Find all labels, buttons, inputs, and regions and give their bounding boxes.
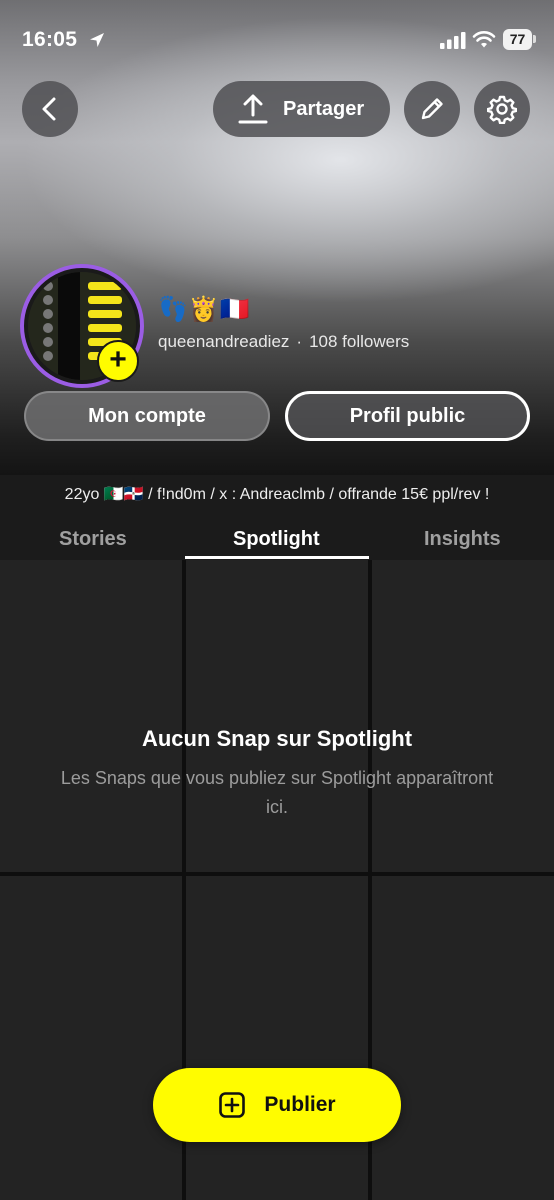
tab-spotlight[interactable]: Spotlight <box>233 528 320 551</box>
status-time: 16:05 <box>22 28 78 51</box>
grid-placeholder-cell <box>372 560 554 872</box>
profile-bio: 22yo 🇩🇿🇩🇴 / f!nd0m / x : Andreaclmb / of… <box>64 486 490 503</box>
grid-placeholder-cell <box>372 876 554 1200</box>
pencil-icon <box>421 98 443 120</box>
profile-tabs: Stories Spotlight Insights <box>0 522 554 560</box>
username-line: queenandreadiez · 108 followers <box>158 332 409 352</box>
tab-insights[interactable]: Insights <box>424 528 501 551</box>
battery-tip <box>533 35 536 43</box>
cellular-signal-icon <box>440 32 466 49</box>
publish-button[interactable]: Publier <box>153 1068 401 1142</box>
display-name: 👣👸🇫🇷 <box>158 295 251 323</box>
share-button-label: Partager <box>283 97 365 120</box>
edit-profile-button[interactable] <box>404 81 460 137</box>
chevron-left-icon <box>42 97 56 121</box>
followers-count[interactable]: 108 followers <box>309 332 409 351</box>
share-button[interactable]: Partager <box>213 81 390 137</box>
grid-placeholder-cell <box>186 560 368 872</box>
back-button[interactable] <box>22 81 78 137</box>
add-story-button[interactable]: + <box>97 340 139 382</box>
settings-button[interactable] <box>474 81 530 137</box>
public-profile-button[interactable]: Profil public <box>285 391 530 441</box>
location-arrow-icon <box>90 33 104 47</box>
publish-button-label: Publier <box>264 1093 336 1116</box>
active-tab-indicator <box>185 556 369 559</box>
empty-state-subtitle: Les Snaps que vous publiez sur Spotlight… <box>60 768 494 817</box>
add-square-icon <box>219 1092 246 1118</box>
profile-screen: 16:05 77 Partager + 👣👸🇫🇷 queenandreadiez… <box>0 0 554 1200</box>
gear-icon <box>487 95 517 124</box>
share-upload-icon <box>238 94 268 124</box>
grid-placeholder-cell <box>0 876 182 1200</box>
status-bar: 16:05 77 <box>0 0 554 80</box>
username: queenandreadiez <box>158 332 290 351</box>
separator-dot: · <box>296 332 303 351</box>
battery-indicator: 77 <box>503 29 532 50</box>
grid-placeholder-cell <box>0 560 182 872</box>
grid-placeholder-cell <box>186 876 368 1200</box>
empty-state-title: Aucun Snap sur Spotlight <box>141 726 413 751</box>
wifi-icon <box>472 31 496 48</box>
my-account-button[interactable]: Mon compte <box>24 391 270 441</box>
tab-stories[interactable]: Stories <box>59 528 127 551</box>
